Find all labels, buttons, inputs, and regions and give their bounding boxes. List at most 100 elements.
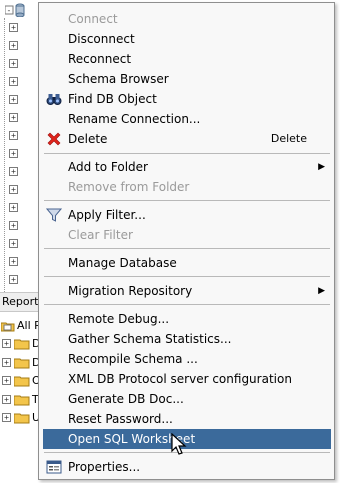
menu-item-reconnect[interactable]: Reconnect bbox=[43, 49, 331, 69]
expand-icon[interactable]: + bbox=[9, 113, 18, 122]
menu-item-find-db-object[interactable]: Find DB Object bbox=[43, 89, 331, 109]
tree-node[interactable]: + bbox=[0, 146, 42, 164]
reports-subfolder[interactable]: + U bbox=[0, 410, 42, 426]
menu-item-label: Remote Debug... bbox=[68, 312, 170, 326]
reports-subfolder[interactable]: + O bbox=[0, 373, 42, 389]
expand-icon[interactable]: + bbox=[9, 185, 18, 194]
expand-icon[interactable]: + bbox=[9, 131, 18, 140]
properties-icon bbox=[46, 460, 62, 474]
expand-icon[interactable]: + bbox=[2, 376, 11, 385]
expand-icon[interactable]: + bbox=[2, 358, 11, 367]
tree-node[interactable]: + bbox=[0, 218, 42, 236]
tree-node[interactable]: + bbox=[0, 254, 42, 272]
expand-icon[interactable]: + bbox=[9, 23, 18, 32]
delete-accelerator: Delete bbox=[270, 132, 307, 145]
menu-item-rename-connection[interactable]: Rename Connection... bbox=[43, 109, 331, 129]
expand-icon[interactable]: + bbox=[2, 339, 11, 348]
menu-item-migration-repository[interactable]: Migration Repository ▶ bbox=[43, 281, 331, 301]
menu-item-label: XML DB Protocol server configuration bbox=[68, 372, 292, 386]
tree-node[interactable]: + bbox=[0, 110, 42, 128]
menu-item-label: Gather Schema Statistics... bbox=[68, 332, 232, 346]
menu-separator bbox=[44, 248, 330, 249]
menu-item-label: Disconnect bbox=[68, 32, 135, 46]
expand-icon[interactable]: + bbox=[9, 59, 18, 68]
expand-icon[interactable]: + bbox=[9, 149, 18, 158]
expand-icon[interactable]: + bbox=[9, 41, 18, 50]
mouse-pointer-icon bbox=[171, 433, 187, 455]
submenu-arrow-icon: ▶ bbox=[318, 162, 325, 172]
menu-item-add-to-folder[interactable]: Add to Folder ▶ bbox=[43, 157, 331, 177]
tree-node[interactable]: + bbox=[0, 20, 42, 38]
tree-node[interactable]: + bbox=[0, 200, 42, 218]
menu-item-gather-schema-statistics[interactable]: Gather Schema Statistics... bbox=[43, 329, 331, 349]
tree-node[interactable]: + bbox=[0, 128, 42, 146]
menu-separator bbox=[44, 304, 330, 305]
menu-item-label: Generate DB Doc... bbox=[68, 392, 184, 406]
menu-item-properties[interactable]: Properties... bbox=[43, 457, 331, 477]
menu-item-label: Remove from Folder bbox=[68, 180, 190, 194]
submenu-arrow-icon: ▶ bbox=[318, 286, 325, 296]
menu-item-disconnect[interactable]: Disconnect bbox=[43, 29, 331, 49]
menu-item-label: Schema Browser bbox=[68, 72, 169, 86]
tree-node[interactable]: + bbox=[0, 182, 42, 200]
tree-node[interactable]: + bbox=[0, 164, 42, 182]
menu-separator bbox=[44, 153, 330, 154]
menu-item-label: Reset Password... bbox=[68, 412, 173, 426]
menu-item-xml-db-protocol-config[interactable]: XML DB Protocol server configuration bbox=[43, 369, 331, 389]
menu-separator bbox=[44, 200, 330, 201]
menu-item-schema-browser[interactable]: Schema Browser bbox=[43, 69, 331, 89]
folder-icon bbox=[14, 376, 30, 387]
tree-node[interactable]: + bbox=[0, 56, 42, 74]
expand-icon[interactable]: + bbox=[9, 95, 18, 104]
expand-icon[interactable]: + bbox=[9, 221, 18, 230]
screen: - + + + + + + + + + + + + + + + Reports … bbox=[0, 0, 340, 483]
menu-item-connect[interactable]: Connect bbox=[43, 9, 331, 29]
folder-icon bbox=[14, 395, 30, 406]
red-x-delete-icon bbox=[47, 132, 61, 146]
menu-item-reset-password[interactable]: Reset Password... bbox=[43, 409, 331, 429]
menu-item-label: Manage Database bbox=[68, 256, 177, 270]
all-reports-node[interactable]: All Re bbox=[0, 318, 42, 334]
menu-item-label: Add to Folder bbox=[68, 160, 148, 174]
menu-item-remote-debug[interactable]: Remote Debug... bbox=[43, 309, 331, 329]
menu-item-clear-filter[interactable]: Clear Filter bbox=[43, 225, 331, 245]
menu-item-manage-database[interactable]: Manage Database bbox=[43, 253, 331, 273]
menu-item-label: Connect bbox=[68, 12, 118, 26]
folder-icon bbox=[14, 413, 30, 424]
tree-node[interactable]: + bbox=[0, 74, 42, 92]
menu-item-label: Find DB Object bbox=[68, 92, 157, 106]
expand-icon[interactable]: + bbox=[9, 239, 18, 248]
menu-item-label: Recompile Schema ... bbox=[68, 352, 198, 366]
menu-item-label: Rename Connection... bbox=[68, 112, 201, 126]
menu-item-delete[interactable]: Delete Delete bbox=[43, 129, 331, 149]
expand-icon[interactable]: + bbox=[9, 167, 18, 176]
tree-node[interactable]: + bbox=[0, 92, 42, 110]
menu-item-label: Properties... bbox=[68, 460, 141, 474]
expand-icon[interactable]: + bbox=[2, 395, 11, 404]
folder-icon bbox=[14, 339, 30, 350]
folder-icon bbox=[14, 358, 30, 369]
menu-separator bbox=[44, 276, 330, 277]
reports-subfolder[interactable]: + D bbox=[0, 336, 42, 352]
reports-folder-icon bbox=[1, 322, 15, 331]
tree-node[interactable]: + bbox=[0, 236, 42, 254]
expand-icon[interactable]: + bbox=[9, 257, 18, 266]
expand-icon[interactable]: + bbox=[9, 77, 18, 86]
menu-item-label: Migration Repository bbox=[68, 284, 193, 298]
menu-item-apply-filter[interactable]: Apply Filter... bbox=[43, 205, 331, 225]
expand-icon[interactable]: + bbox=[2, 413, 11, 422]
menu-item-remove-from-folder[interactable]: Remove from Folder bbox=[43, 177, 331, 197]
database-connection-icon[interactable]: - bbox=[5, 3, 25, 17]
menu-item-generate-db-doc[interactable]: Generate DB Doc... bbox=[43, 389, 331, 409]
menu-item-recompile-schema[interactable]: Recompile Schema ... bbox=[43, 349, 331, 369]
svg-text:-: - bbox=[7, 6, 12, 15]
reports-subfolder[interactable]: + D bbox=[0, 355, 42, 371]
tree-node[interactable]: + bbox=[0, 272, 42, 290]
menu-item-label: Clear Filter bbox=[68, 228, 133, 242]
expand-icon[interactable]: + bbox=[9, 203, 18, 212]
menu-item-label: Delete bbox=[68, 132, 108, 146]
expand-icon[interactable]: + bbox=[9, 275, 18, 284]
reports-subfolder[interactable]: + T bbox=[0, 392, 42, 408]
tree-node[interactable]: + bbox=[0, 38, 42, 56]
menu-item-label: Reconnect bbox=[68, 52, 132, 66]
